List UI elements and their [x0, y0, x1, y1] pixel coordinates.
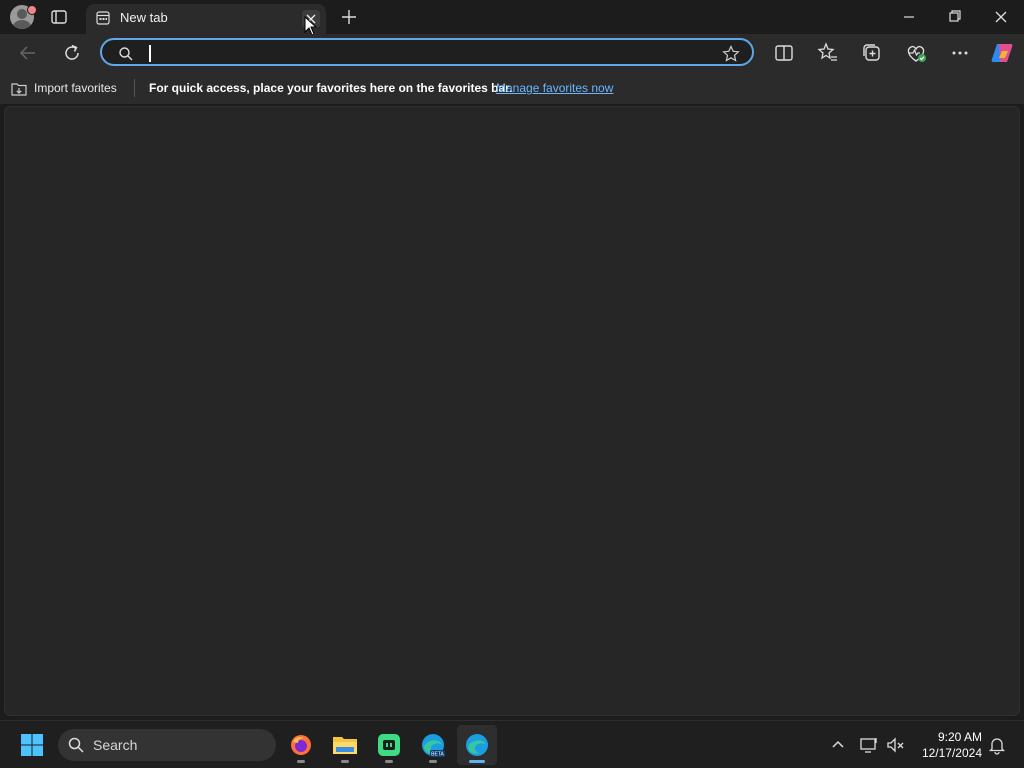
profile-notification-dot: [27, 5, 37, 15]
taskbar-app-edge-beta[interactable]: BETA: [413, 725, 453, 765]
back-arrow-icon[interactable]: [15, 40, 41, 66]
running-indicator: [385, 760, 393, 763]
folder-import-icon: [11, 83, 27, 96]
taskbar: Search BETA 9:20 AM 12/17/2024: [0, 720, 1024, 768]
clock-time: 9:20 AM: [937, 730, 982, 744]
running-indicator: [341, 760, 349, 763]
volume-muted-icon[interactable]: [884, 733, 908, 757]
folder-icon: [333, 737, 357, 754]
more-options-icon[interactable]: [947, 40, 973, 66]
collections-icon[interactable]: [859, 40, 885, 66]
taskbar-app-edge[interactable]: [457, 725, 497, 765]
browser-toolbar: [0, 34, 1024, 72]
tab-actions-icon[interactable]: [50, 8, 68, 26]
mouse-cursor-icon: [304, 16, 318, 36]
system-clock[interactable]: 9:20 AM 12/17/2024: [912, 729, 982, 761]
taskbar-app-firefox[interactable]: [281, 725, 321, 765]
edge-beta-icon: BETA: [422, 734, 445, 758]
favorites-divider: [134, 79, 135, 97]
taskbar-app-file-explorer[interactable]: [325, 725, 365, 765]
new-tab-button[interactable]: [338, 6, 360, 28]
running-indicator: [429, 760, 437, 763]
new-tab-page-icon: [96, 11, 110, 25]
active-indicator: [469, 760, 485, 763]
show-hidden-icons-chevron-icon[interactable]: [826, 733, 850, 757]
app-icon: [378, 734, 400, 756]
notification-bell-icon[interactable]: [985, 733, 1009, 757]
tab-title: New tab: [120, 10, 168, 25]
minimize-button[interactable]: [886, 0, 932, 34]
restore-button[interactable]: [932, 0, 978, 34]
taskbar-app-green[interactable]: [369, 725, 409, 765]
firefox-icon: [291, 735, 311, 755]
windows-start-icon[interactable]: [20, 733, 44, 757]
manage-favorites-link[interactable]: Manage favorites now: [496, 81, 613, 95]
taskbar-search-label: Search: [93, 737, 138, 753]
close-window-button[interactable]: [978, 0, 1024, 34]
favorites-bar: Import favorites For quick access, place…: [0, 72, 1024, 104]
copilot-icon[interactable]: [989, 40, 1015, 66]
browser-essentials-icon[interactable]: [903, 40, 929, 66]
search-icon: [68, 737, 84, 753]
favorite-star-icon[interactable]: [722, 45, 740, 63]
display-network-icon[interactable]: [857, 733, 881, 757]
svg-text:BETA: BETA: [431, 752, 444, 758]
browser-window: New tab Import favorites For quick acces…: [0, 0, 1024, 768]
running-indicator: [297, 760, 305, 763]
split-screen-icon[interactable]: [771, 40, 797, 66]
favorites-icon[interactable]: [815, 40, 841, 66]
address-bar[interactable]: [100, 38, 754, 66]
title-bar: New tab: [0, 0, 1024, 36]
address-input[interactable]: [146, 43, 710, 65]
refresh-icon[interactable]: [59, 40, 85, 66]
taskbar-search-box[interactable]: Search: [58, 729, 276, 761]
import-favorites-label: Import favorites: [34, 81, 117, 95]
clock-date: 12/17/2024: [921, 746, 982, 760]
edge-icon: [466, 734, 488, 756]
favorites-message: For quick access, place your favorites h…: [149, 81, 513, 95]
tab-new-tab[interactable]: New tab: [86, 4, 326, 36]
search-icon: [119, 47, 133, 61]
page-content-area[interactable]: [4, 106, 1020, 716]
